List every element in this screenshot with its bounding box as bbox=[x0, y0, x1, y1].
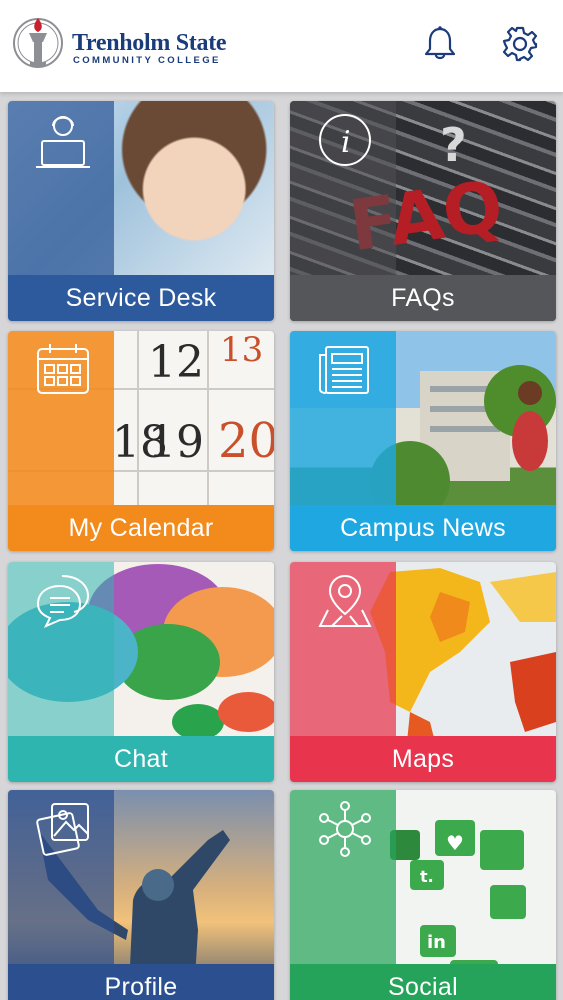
tile-maps[interactable]: Maps bbox=[290, 562, 556, 782]
svg-text:?: ? bbox=[440, 118, 467, 172]
newspaper-icon bbox=[319, 346, 369, 394]
torch-seal-icon bbox=[13, 18, 63, 68]
svg-text:12: 12 bbox=[148, 337, 204, 388]
tile-social[interactable]: ♥ in g+ t. Social bbox=[290, 790, 556, 1000]
calendar-icon bbox=[37, 344, 89, 394]
tile-faqs[interactable]: FAQ ? i FAQs bbox=[290, 101, 556, 321]
gear-icon[interactable] bbox=[500, 24, 540, 64]
svg-text:t.: t. bbox=[420, 867, 434, 886]
tile-chat[interactable]: Chat bbox=[8, 562, 274, 782]
tile-my-calendar[interactable]: 12 18 19 20 13 My Calendar bbox=[8, 331, 274, 551]
tile-label-bar: Chat bbox=[8, 736, 274, 782]
info-icon: i bbox=[319, 114, 371, 166]
tile-label: Maps bbox=[391, 744, 455, 773]
tile-label-bar: Profile bbox=[8, 964, 274, 1000]
tile-campus-news[interactable]: Campus News bbox=[290, 331, 556, 551]
tile-label-bar: My Calendar bbox=[8, 505, 274, 551]
map-pin-icon bbox=[318, 574, 372, 627]
svg-text:♥: ♥ bbox=[446, 831, 464, 855]
tile-label: Social bbox=[388, 972, 458, 1000]
bell-icon[interactable] bbox=[420, 24, 460, 64]
tile-profile[interactable]: Profile bbox=[8, 790, 274, 1000]
support-agent-icon bbox=[36, 116, 90, 168]
network-icon bbox=[319, 801, 371, 857]
app-header: Trenholm State COMMUNITY COLLEGE bbox=[0, 0, 563, 92]
svg-text:13: 13 bbox=[220, 331, 263, 370]
svg-text:20: 20 bbox=[218, 413, 274, 469]
logo-title: Trenholm State bbox=[72, 30, 227, 56]
svg-text:19: 19 bbox=[148, 417, 204, 468]
tile-label-bar: Service Desk bbox=[8, 275, 274, 321]
tile-label-bar: Social bbox=[290, 964, 556, 1000]
chat-bubbles-icon bbox=[36, 575, 90, 628]
photo-gallery-icon bbox=[36, 803, 89, 856]
svg-text:i: i bbox=[341, 125, 351, 160]
tile-label: Service Desk bbox=[65, 283, 217, 312]
tile-label-bar: FAQs bbox=[290, 275, 556, 321]
college-logo[interactable]: Trenholm State COMMUNITY COLLEGE bbox=[12, 14, 242, 72]
tile-service-desk[interactable]: Service Desk bbox=[8, 101, 274, 321]
tile-label-bar: Campus News bbox=[290, 505, 556, 551]
tile-label-bar: Maps bbox=[290, 736, 556, 782]
tile-label: Profile bbox=[104, 972, 178, 1000]
tile-label: FAQs bbox=[391, 283, 455, 312]
tile-label: Chat bbox=[113, 744, 168, 773]
tile-label: My Calendar bbox=[68, 513, 214, 542]
logo-subtitle: COMMUNITY COLLEGE bbox=[73, 55, 221, 66]
svg-text:in: in bbox=[427, 932, 446, 953]
tile-label: Campus News bbox=[340, 513, 506, 542]
